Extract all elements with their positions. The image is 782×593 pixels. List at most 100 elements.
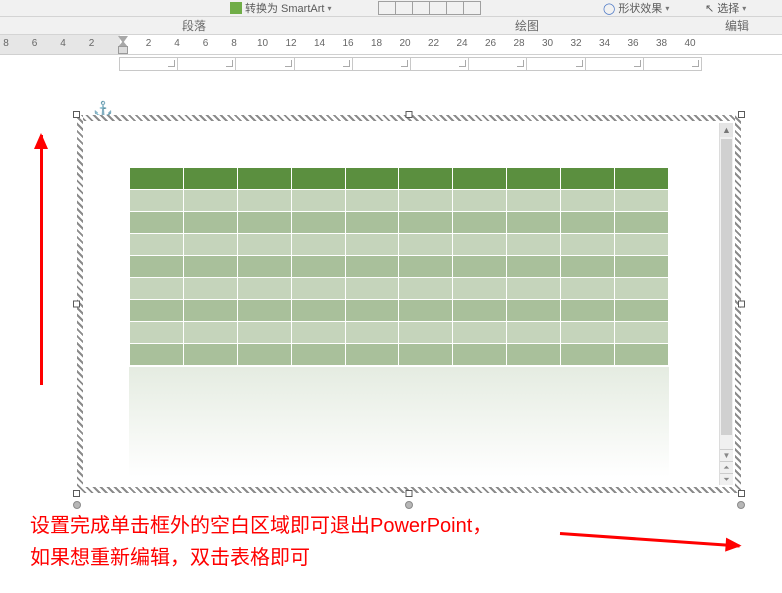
table-cell[interactable] [183,344,237,366]
resize-handle-mr[interactable] [738,301,745,308]
table-cell[interactable] [615,256,669,278]
table-cell[interactable] [237,344,291,366]
table-row[interactable] [130,278,669,300]
table-cell[interactable] [237,322,291,344]
table-cell[interactable] [453,344,507,366]
table-cell[interactable] [399,234,453,256]
table-cell[interactable] [507,322,561,344]
spreadsheet-table[interactable] [129,167,669,366]
table-row[interactable] [130,256,669,278]
scroll-thumb[interactable] [721,139,732,435]
table-row[interactable] [130,168,669,190]
table-cell[interactable] [291,212,345,234]
table-cell[interactable] [237,234,291,256]
table-cell[interactable] [507,300,561,322]
table-cell[interactable] [453,300,507,322]
table-cell[interactable] [183,300,237,322]
table-cell[interactable] [291,168,345,190]
embedded-slide[interactable] [85,123,719,485]
table-cell[interactable] [291,278,345,300]
table-cell[interactable] [183,212,237,234]
table-cell[interactable] [453,278,507,300]
table-cell[interactable] [453,256,507,278]
document-canvas[interactable]: ⚓ ▲ ▼ ⏶ ⏷ [0,55,782,498]
table-cell[interactable] [183,234,237,256]
table-cell[interactable] [237,212,291,234]
table-cell[interactable] [615,300,669,322]
table-cell[interactable] [615,322,669,344]
table-cell[interactable] [291,190,345,212]
table-cell[interactable] [453,168,507,190]
table-cell[interactable] [561,168,615,190]
table-cell[interactable] [237,190,291,212]
table-cell[interactable] [130,212,184,234]
table-cell[interactable] [399,212,453,234]
horizontal-ruler[interactable]: 8642246810121416182022242628303234363840 [0,35,782,55]
table-cell[interactable] [615,344,669,366]
convert-to-smartart-button[interactable]: 转换为 SmartArt ▾ [225,0,336,16]
prev-slide-button[interactable]: ⏶ [720,461,733,473]
table-cell[interactable] [615,168,669,190]
table-cell[interactable] [399,278,453,300]
table-cell[interactable] [561,344,615,366]
outer-handle[interactable] [737,501,745,509]
table-cell[interactable] [561,212,615,234]
table-cell[interactable] [561,278,615,300]
table-cell[interactable] [183,190,237,212]
table-row[interactable] [130,322,669,344]
table-cell[interactable] [345,190,399,212]
table-cell[interactable] [183,278,237,300]
resize-handle-tr[interactable] [738,111,745,118]
table-cell[interactable] [345,344,399,366]
table-cell[interactable] [507,256,561,278]
table-cell[interactable] [399,168,453,190]
table-row[interactable] [130,300,669,322]
table-cell[interactable] [130,322,184,344]
table-cell[interactable] [237,300,291,322]
table-cell[interactable] [237,168,291,190]
scroll-up-arrow[interactable]: ▲ [720,123,733,137]
table-cell[interactable] [130,300,184,322]
table-cell[interactable] [183,322,237,344]
shape-effects-button[interactable]: ◯ 形状效果 ▾ [598,0,674,16]
resize-handle-br[interactable] [738,490,745,497]
resize-handle-tm[interactable] [406,111,413,118]
table-cell[interactable] [345,212,399,234]
left-indent-marker[interactable] [118,46,128,54]
table-cell[interactable] [615,278,669,300]
table-cell[interactable] [399,256,453,278]
table-cell[interactable] [345,168,399,190]
table-cell[interactable] [130,168,184,190]
table-row[interactable] [130,344,669,366]
table-cell[interactable] [561,234,615,256]
vertical-scrollbar[interactable]: ▲ ▼ ⏶ ⏷ [719,123,733,485]
resize-handle-tl[interactable] [73,111,80,118]
table-cell[interactable] [183,168,237,190]
shapes-gallery[interactable] [373,1,485,15]
outer-handle[interactable] [73,501,81,509]
table-cell[interactable] [399,190,453,212]
table-cell[interactable] [453,190,507,212]
table-cell[interactable] [130,344,184,366]
table-cell[interactable] [453,212,507,234]
table-cell[interactable] [615,212,669,234]
table-cell[interactable] [345,234,399,256]
table-cell[interactable] [507,344,561,366]
table-cell[interactable] [561,190,615,212]
table-cell[interactable] [507,168,561,190]
table-cell[interactable] [507,278,561,300]
table-cell[interactable] [399,344,453,366]
table-cell[interactable] [345,322,399,344]
table-cell[interactable] [561,300,615,322]
table-cell[interactable] [130,190,184,212]
table-cell[interactable] [561,256,615,278]
table-cell[interactable] [130,256,184,278]
table-row[interactable] [130,190,669,212]
select-button[interactable]: ↖ 选择 ▾ [700,0,751,16]
table-cell[interactable] [291,256,345,278]
resize-handle-ml[interactable] [73,301,80,308]
resize-handle-bm[interactable] [406,490,413,497]
table-cell[interactable] [237,256,291,278]
table-cell[interactable] [507,212,561,234]
table-cell[interactable] [615,234,669,256]
